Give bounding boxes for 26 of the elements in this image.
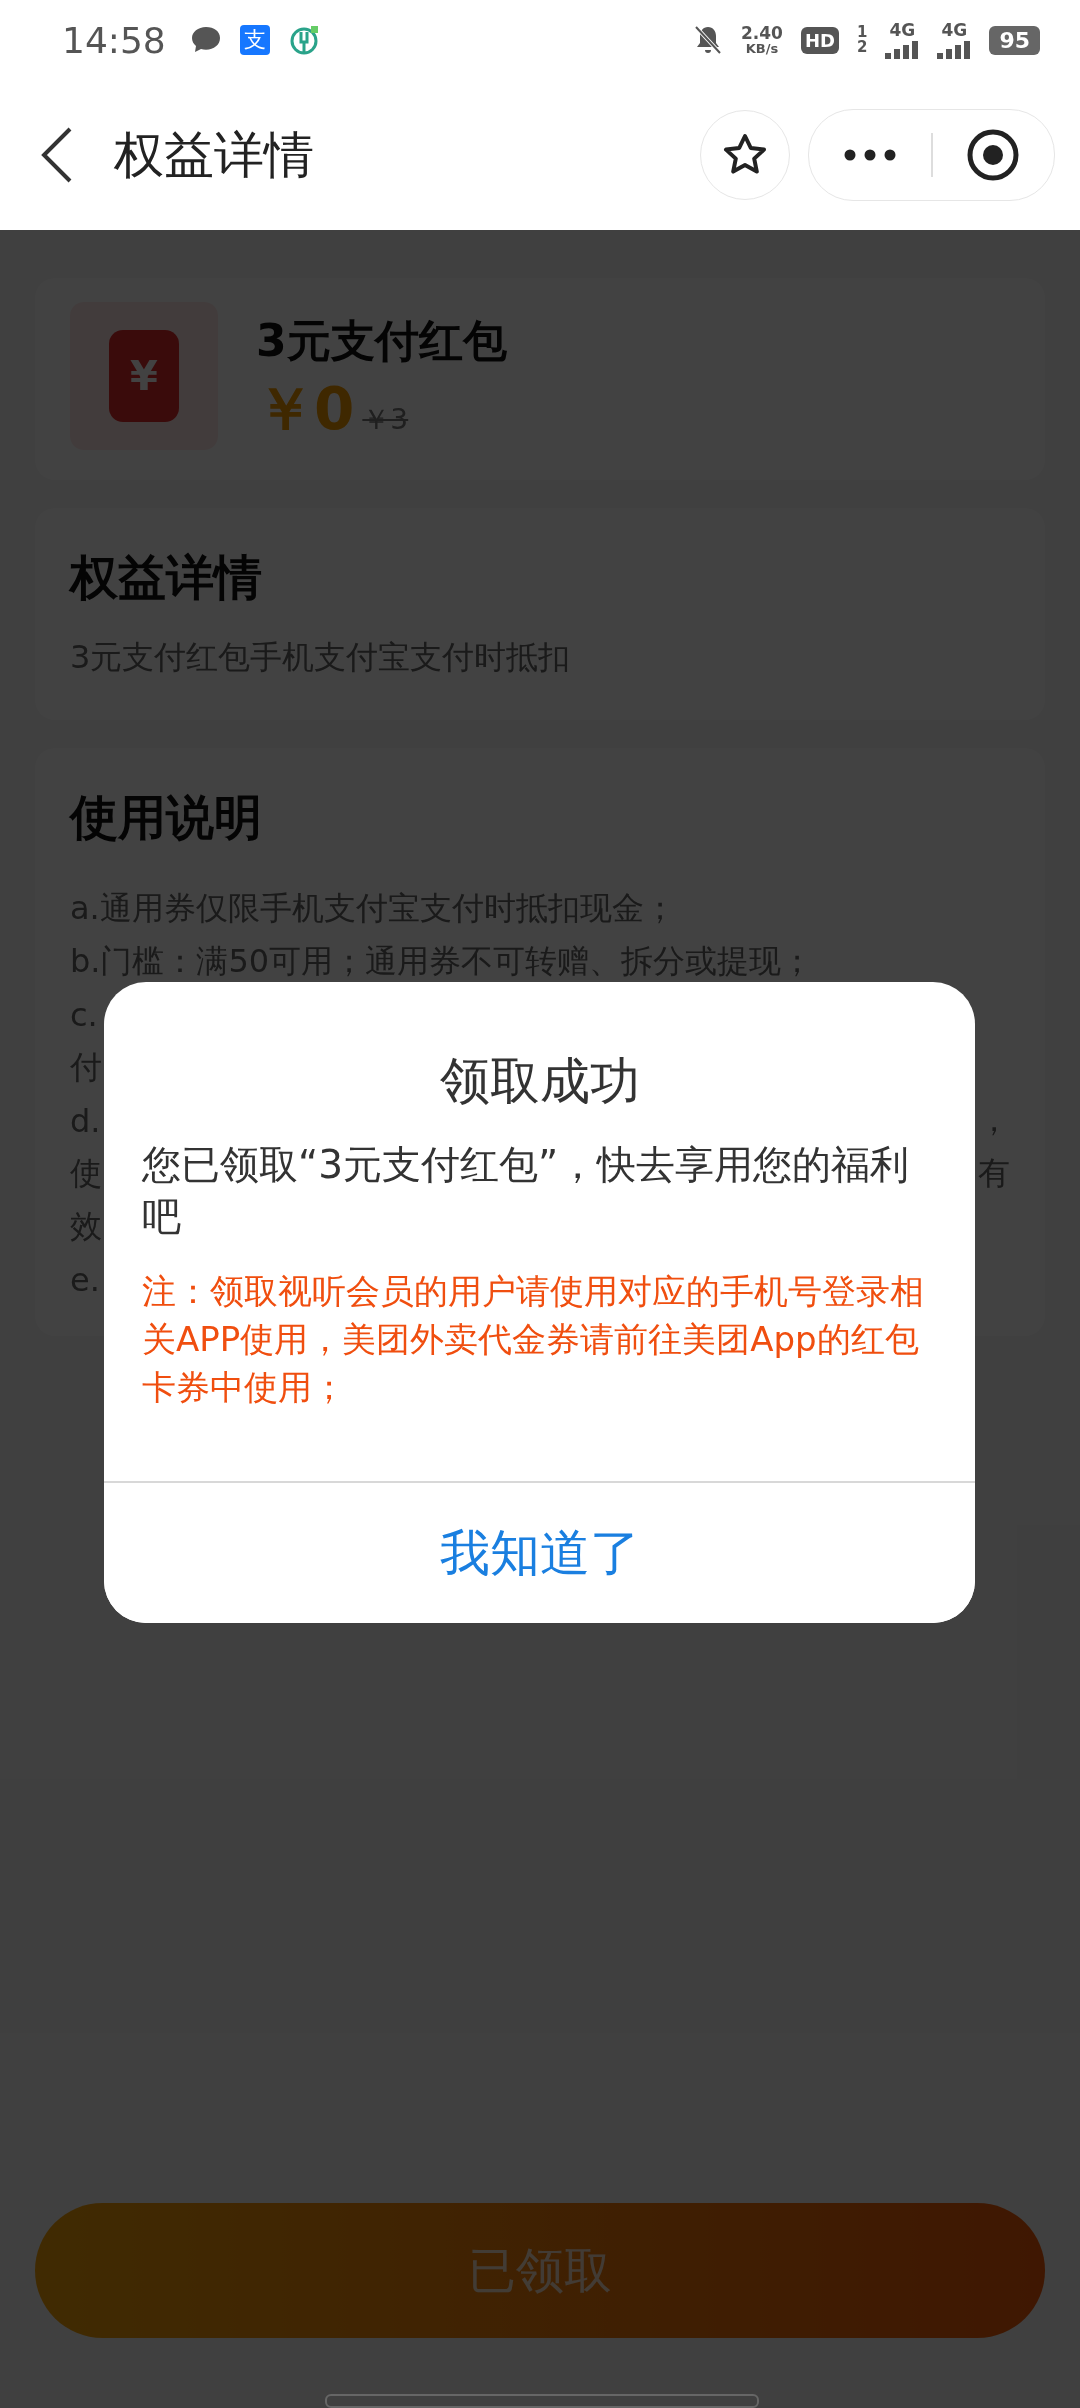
app-icon: 支	[239, 25, 270, 55]
sim-label: 2	[856, 40, 868, 55]
signal-icon	[885, 38, 920, 59]
target-icon	[966, 128, 1021, 182]
section-title: 权益详情	[70, 548, 263, 607]
dialog-note: 注：领取视听会员的用户请使用对应的手机号登录相关APP使用，美团外卖代金券请前往美团App的红包卡券中使用；	[141, 1270, 925, 1409]
dialog-title: 领取成功	[438, 1051, 641, 1112]
more-icon	[843, 149, 896, 161]
net-speed: 2.40	[740, 25, 783, 42]
network-type: 4G	[889, 21, 916, 39]
net-unit: KB/s	[745, 42, 779, 55]
price: ￥0	[256, 375, 355, 443]
signal-icon	[937, 38, 972, 59]
network-type: 4G	[941, 21, 968, 39]
got-it-button[interactable]: 我知道了	[104, 1481, 975, 1623]
mute-bell-icon	[692, 24, 723, 56]
sim-label: 1	[856, 25, 868, 40]
status-time: 14:58	[62, 19, 166, 61]
usage-text: ，	[978, 1099, 1010, 1141]
page-title: 权益详情	[114, 124, 314, 186]
section-title: 使用说明	[70, 788, 263, 847]
hd-badge: HD	[800, 26, 839, 54]
product-name: 3元支付红包	[256, 314, 507, 368]
dialog-message: 您已领取“3元支付红包”，快去享用您的福利吧	[141, 1141, 911, 1241]
battery-level: 95	[989, 25, 1040, 55]
chat-icon	[189, 25, 222, 55]
